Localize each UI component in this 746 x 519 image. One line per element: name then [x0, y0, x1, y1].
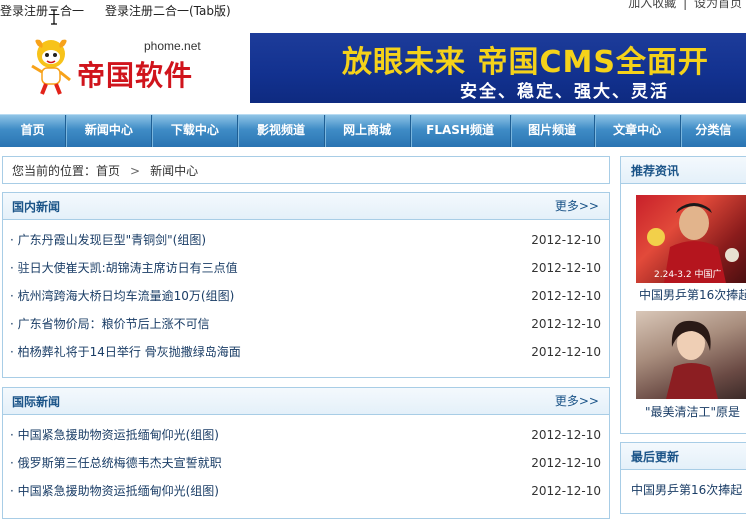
banner-title: 放眼未来 帝国CMS全面开	[342, 45, 709, 80]
latest-title: 最后更新	[631, 450, 680, 464]
international-news-box: 国际新闻 更多>> · 中国紧急援助物资运抵缅甸仰光(组图) 2012-12-10…	[2, 387, 610, 519]
news-list-item: · 中国紧急援助物资运抵缅甸仰光(组图) 2012-12-10	[3, 421, 609, 449]
breadcrumb: 您当前的位置：首页 > 新闻中心	[2, 156, 610, 184]
news-date: 2012-12-10	[531, 456, 601, 470]
breadcrumb-prefix: 您当前的位置：	[12, 164, 97, 178]
news-date: 2012-12-10	[531, 317, 601, 331]
login-register-tab-link[interactable]: 登录注册二合一(Tab版)	[105, 2, 231, 19]
recommend-photo-1[interactable]: 2.24-3.2 中国广	[636, 195, 746, 283]
table-tennis-photo-icon: 2.24-3.2 中国广	[647, 203, 739, 283]
nav-classified[interactable]: 分类信	[681, 115, 746, 147]
breadcrumb-home[interactable]: 首页	[96, 164, 120, 178]
nav-flash[interactable]: FLASH频道	[411, 115, 511, 147]
nav-home[interactable]: 首页	[0, 115, 67, 147]
site-url: phome.net	[144, 39, 201, 53]
news-list-item: · 俄罗斯第三任总统梅德韦杰夫宣誓就职 2012-12-10	[3, 449, 609, 477]
news-list-item: · 中国紧急援助物资运抵缅甸仰光(组图) 2012-12-10	[3, 477, 609, 505]
photo-overlay-text: 2.24-3.2 中国广	[654, 268, 721, 280]
international-more-link[interactable]: 更多>>	[555, 392, 599, 409]
banner-slogan: 安全、稳定、强大、灵活	[460, 82, 669, 102]
nav-articles[interactable]: 文章中心	[595, 115, 681, 147]
top-right-links: 加入收藏 | 设为首页	[628, 0, 742, 11]
recommend-box: 推荐资讯 2.24-3.2 中国广 中国男乒第16次捧起 "最美清洁工"原是	[620, 156, 746, 434]
header: phome.net 帝国软件 放眼未来 帝国CMS全面开 安全、稳定、强大、灵活	[0, 24, 746, 110]
news-list-item: · 广东省物价局：粮价节后上涨不可信 2012-12-10	[3, 310, 609, 338]
international-news-title: 国际新闻	[12, 395, 61, 409]
main-nav: 首页 新闻中心 下载中心 影视频道 网上商城 FLASH频道 图片频道 文章中心…	[0, 114, 746, 147]
news-link[interactable]: · 杭州湾跨海大桥日均车流量逾10万(组图)	[10, 282, 234, 310]
news-list-item: · 广东丹霞山发现巨型"青铜剑"(组图) 2012-12-10	[3, 226, 609, 254]
recommend-caption-2[interactable]: "最美清洁工"原是	[645, 403, 740, 420]
set-homepage-link[interactable]: 设为首页	[694, 0, 742, 10]
nav-download[interactable]: 下载中心	[152, 115, 239, 147]
news-date: 2012-12-10	[531, 345, 601, 359]
news-date: 2012-12-10	[531, 428, 601, 442]
banner-ad[interactable]: 放眼未来 帝国CMS全面开 安全、稳定、强大、灵活	[250, 33, 746, 103]
news-date: 2012-12-10	[531, 289, 601, 303]
top-bar: 登录注册二合一 登录注册二合一(Tab版) 加入收藏 | 设为首页	[0, 0, 746, 22]
nav-news[interactable]: 新闻中心	[66, 115, 153, 147]
add-favorite-link[interactable]: 加入收藏	[628, 0, 676, 10]
news-link[interactable]: · 广东丹霞山发现巨型"青铜剑"(组图)	[10, 226, 206, 254]
breadcrumb-current[interactable]: 新闻中心	[150, 164, 198, 178]
domestic-more-link[interactable]: 更多>>	[555, 197, 599, 214]
news-list-item: · 柏杨葬礼将于14日举行 骨灰抛撒绿岛海面 2012-12-10	[3, 338, 609, 366]
recommend-caption-1[interactable]: 中国男乒第16次捧起	[639, 286, 746, 303]
news-list-item: · 驻日大使崔天凯:胡锦涛主席访日有三点值 2012-12-10	[3, 254, 609, 282]
news-link[interactable]: · 中国紧急援助物资运抵缅甸仰光(组图)	[10, 421, 219, 449]
recommend-title: 推荐资讯	[631, 164, 680, 178]
news-link[interactable]: · 广东省物价局：粮价节后上涨不可信	[10, 310, 210, 338]
login-register-link[interactable]: 登录注册二合一	[0, 2, 84, 19]
news-link[interactable]: · 柏杨葬礼将于14日举行 骨灰抛撒绿岛海面	[10, 338, 241, 366]
latest-box: 最后更新 中国男乒第16次捧起	[620, 442, 746, 514]
news-date: 2012-12-10	[531, 484, 601, 498]
news-list-item: · 杭州湾跨海大桥日均车流量逾10万(组图) 2012-12-10	[3, 282, 609, 310]
breadcrumb-arrow: >	[130, 164, 141, 178]
domestic-news-box: 国内新闻 更多>> · 广东丹霞山发现巨型"青铜剑"(组图) 2012-12-10…	[2, 192, 610, 378]
news-link[interactable]: · 驻日大使崔天凯:胡锦涛主席访日有三点值	[10, 254, 238, 282]
text-cursor-icon	[51, 9, 57, 25]
news-date: 2012-12-10	[531, 261, 601, 275]
nav-shop[interactable]: 网上商城	[325, 115, 411, 147]
mascot-icon	[31, 39, 71, 95]
news-link[interactable]: · 中国紧急援助物资运抵缅甸仰光(组图)	[10, 477, 219, 505]
nav-video[interactable]: 影视频道	[238, 115, 325, 147]
news-date: 2012-12-10	[531, 233, 601, 247]
latest-link[interactable]: 中国男乒第16次捧起	[631, 481, 742, 498]
nav-pictures[interactable]: 图片频道	[511, 115, 595, 147]
separator: |	[683, 0, 688, 10]
site-logo[interactable]: phome.net 帝国软件	[24, 32, 224, 102]
site-name: 帝国软件	[77, 59, 194, 92]
person-photo-icon	[666, 320, 718, 399]
recommend-photo-2[interactable]	[636, 311, 746, 399]
news-link[interactable]: · 俄罗斯第三任总统梅德韦杰夫宣誓就职	[10, 449, 222, 477]
domestic-news-title: 国内新闻	[12, 200, 61, 214]
